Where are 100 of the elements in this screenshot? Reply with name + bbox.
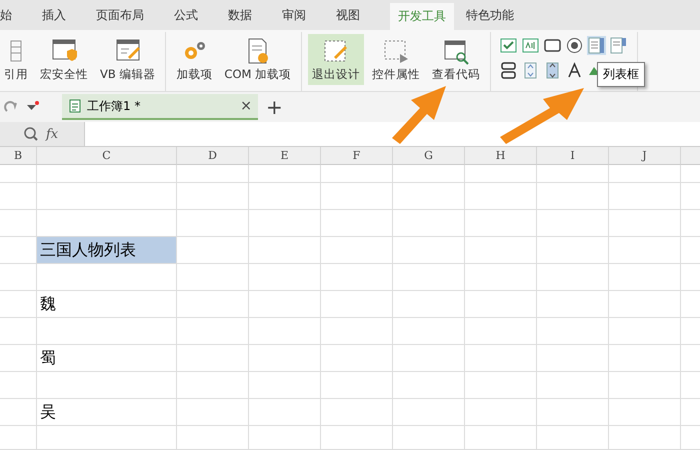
table-cell (393, 426, 465, 450)
table-cell (465, 237, 537, 264)
menu-tab[interactable]: 插入 (42, 0, 66, 30)
redo-icon[interactable] (4, 100, 18, 114)
table-cell (393, 165, 465, 183)
formula-input[interactable] (84, 122, 700, 146)
table-cell (321, 210, 393, 237)
table-cell (249, 318, 321, 345)
column-header[interactable]: G (393, 147, 465, 165)
table-cell (321, 399, 393, 426)
close-tab-button[interactable]: × (240, 98, 252, 114)
column-header[interactable]: B (0, 147, 37, 165)
column-header[interactable]: I (537, 147, 609, 165)
ribbon-button[interactable]: VB 编辑器 (96, 34, 160, 85)
ribbon-button[interactable]: 宏安全性 (36, 34, 92, 85)
menu-tab[interactable]: 公式 (174, 0, 198, 30)
table-cell (249, 291, 321, 318)
toolbar-button[interactable] (499, 61, 518, 80)
table-cell (177, 372, 249, 399)
spinner-icon (522, 62, 540, 79)
menu-tab[interactable]: 审阅 (282, 0, 306, 30)
table-cell (393, 183, 465, 210)
menu-tab[interactable]: 数据 (228, 0, 252, 30)
table-cell (393, 237, 465, 264)
column-header[interactable]: H (465, 147, 537, 165)
ribbon-button[interactable]: 退出设计 (308, 34, 364, 85)
column-header[interactable]: D (177, 147, 249, 165)
table-cell (537, 318, 609, 345)
ribbon-button[interactable]: 控件属性 (368, 34, 424, 85)
table-cell: 三国人物列表 (37, 237, 177, 264)
table-cell (321, 291, 393, 318)
menu-tab[interactable]: 视图 (336, 0, 360, 30)
column-header[interactable]: F (321, 147, 393, 165)
table-cell (465, 264, 537, 291)
ribbon-button[interactable]: 加载项 (172, 34, 216, 85)
table-cell (609, 264, 681, 291)
ribbon-button[interactable]: COM 加载项 (220, 34, 296, 85)
table-cell (177, 264, 249, 291)
table-cell (177, 210, 249, 237)
table-cell (465, 426, 537, 450)
menu-tab[interactable]: 开发工具 (390, 3, 454, 30)
table-cell (393, 264, 465, 291)
table-cell (393, 210, 465, 237)
table-cell (465, 210, 537, 237)
tick-icon (500, 37, 518, 54)
table-cell (609, 372, 681, 399)
function-label[interactable]: fx (46, 126, 58, 142)
menu-tab[interactable]: 特色功能 (466, 0, 514, 30)
table-cell: 魏 (37, 291, 177, 318)
table-cell (537, 183, 609, 210)
ribbon-button[interactable]: 查看代码 (428, 34, 484, 85)
table-cell (537, 165, 609, 183)
table-cell (537, 372, 609, 399)
table-cell (537, 399, 609, 426)
table-cell (249, 426, 321, 450)
table-cell (177, 426, 249, 450)
zoom-icon[interactable] (24, 127, 38, 141)
table-cell (177, 318, 249, 345)
menu-tab[interactable]: 始 (0, 0, 12, 30)
table-cell (465, 183, 537, 210)
table-cell (177, 237, 249, 264)
table-cell (537, 426, 609, 450)
new-tab-button[interactable]: + (266, 95, 283, 119)
table-cell (177, 183, 249, 210)
table-cell (609, 318, 681, 345)
table-cell (321, 426, 393, 450)
dot-circle-icon (566, 37, 584, 54)
table-cell (537, 264, 609, 291)
toolbar-button[interactable] (565, 36, 584, 55)
column-header[interactable]: C (37, 147, 177, 165)
table-cell (393, 318, 465, 345)
table-cell (609, 426, 681, 450)
column-header[interactable]: E (249, 147, 321, 165)
rounded-rectangle-icon (544, 37, 562, 54)
table-cell (249, 165, 321, 183)
table-cell (393, 291, 465, 318)
table-cell (537, 291, 609, 318)
letter-icon (566, 62, 584, 79)
table-cell (609, 183, 681, 210)
menu-tab[interactable]: 页面布局 (96, 0, 144, 30)
table-cell (537, 210, 609, 237)
table-cell (249, 210, 321, 237)
table-cell (609, 399, 681, 426)
dropdown-list-icon (610, 37, 628, 54)
tooltip: 列表框 (597, 62, 645, 87)
table-cell (465, 291, 537, 318)
table-cell (177, 165, 249, 183)
table-cell (321, 372, 393, 399)
table-cell (249, 183, 321, 210)
table-cell (609, 165, 681, 183)
table-cell (321, 345, 393, 372)
table-cell (393, 345, 465, 372)
sheet-icon (68, 99, 82, 113)
column-header[interactable]: J (609, 147, 681, 165)
ribbon-button[interactable]: 引用 (0, 34, 32, 85)
document-tab[interactable]: 工作簿1 * × (62, 94, 258, 120)
table-cell (609, 291, 681, 318)
text-field-icon (522, 37, 540, 54)
table-cell (537, 345, 609, 372)
table-cell (249, 237, 321, 264)
